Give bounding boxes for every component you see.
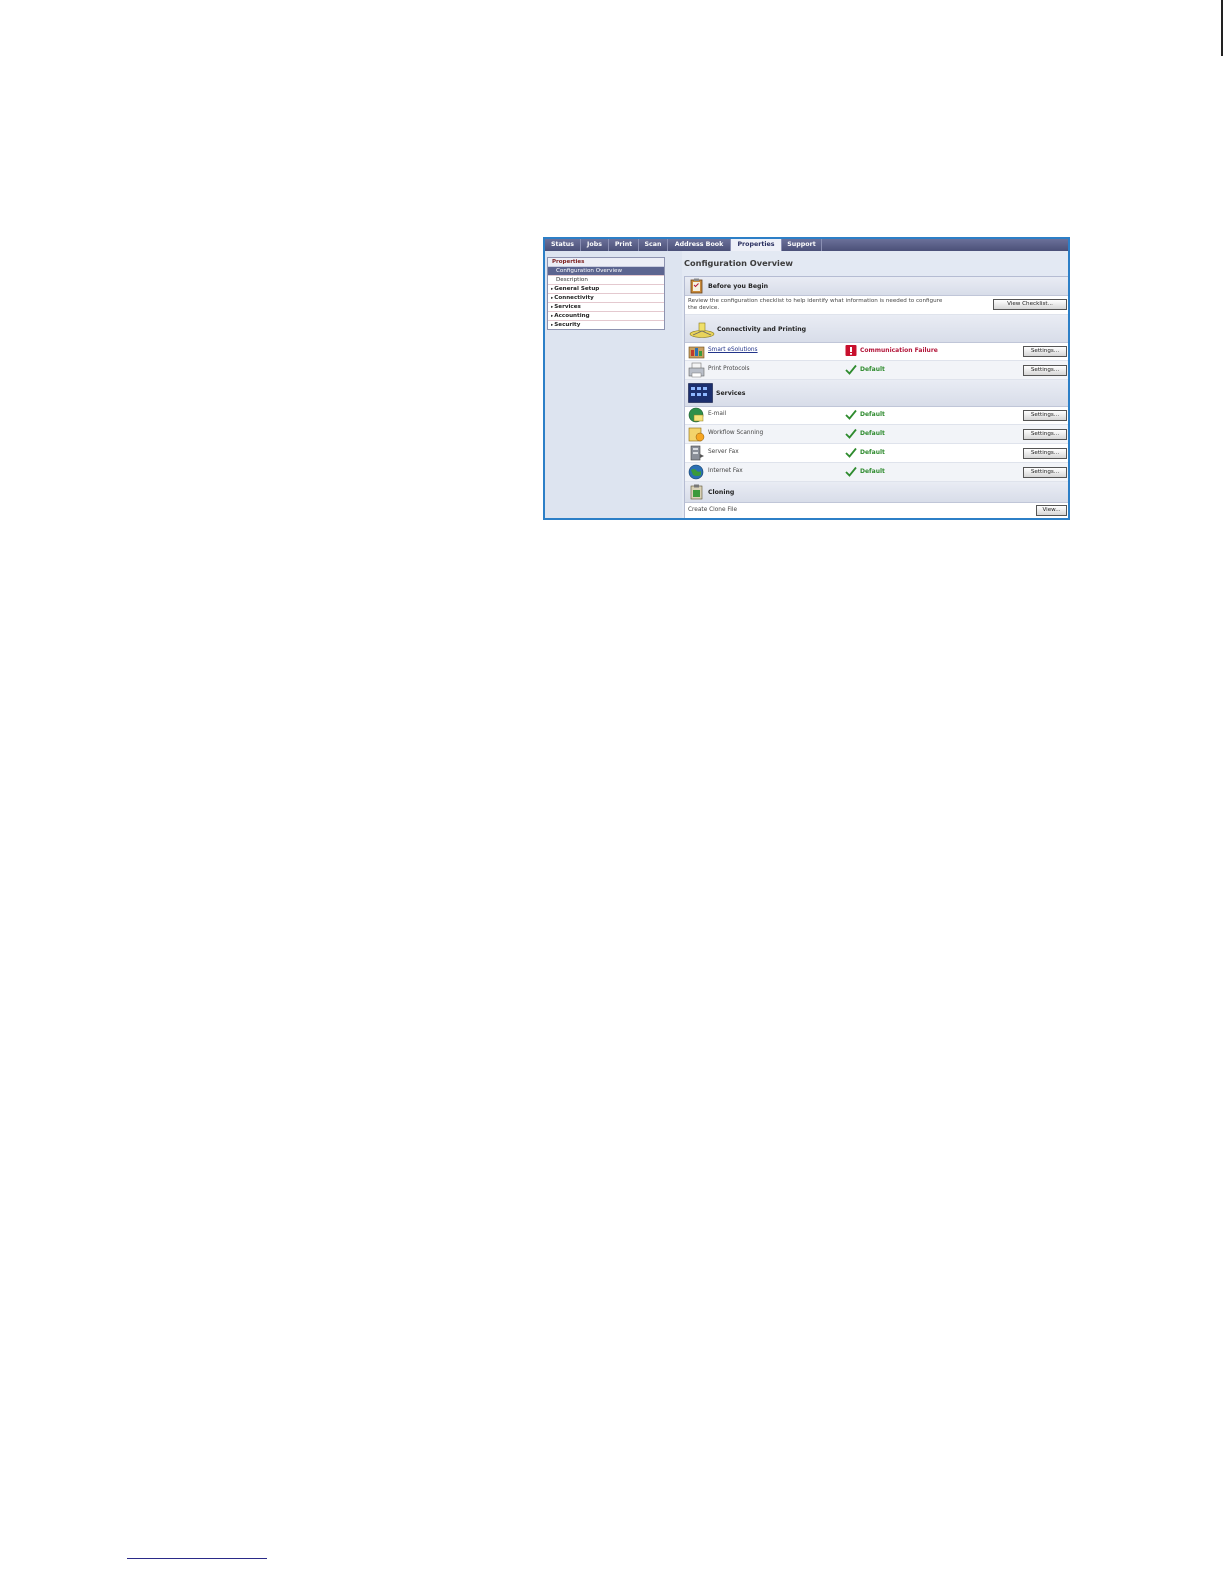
section-services: Services [685,380,1068,407]
internet-globe-icon [688,464,704,480]
nav-item-configuration-overview[interactable]: Configuration Overview [548,267,664,276]
server-fax-settings-button[interactable]: Settings... [1023,448,1067,459]
nav-heading: Properties [548,258,664,267]
internet-fax-label: Internet Fax [708,468,743,474]
page-edge-rule [1221,0,1223,56]
row-smart-esolutions: Smart eSolutions Communication Failure S… [685,342,1068,361]
checklist-description: Review the configuration checklist to he… [688,298,942,312]
email-settings-button[interactable]: Settings... [1023,410,1067,421]
before-you-begin-row: Review the configuration checklist to he… [685,295,1068,315]
clipboard-icon [690,484,703,500]
status-default: Default [860,449,885,456]
section-heading: Services [716,390,746,397]
internet-fax-settings-button[interactable]: Settings... [1023,467,1067,478]
nav-section-security[interactable]: ▸Security [548,321,664,329]
tab-print[interactable]: Print [609,239,639,251]
properties-nav: Properties Configuration Overview Descri… [547,257,665,330]
nav-section-label: Security [554,322,581,328]
nav-section-connectivity[interactable]: ▸Connectivity [548,294,664,303]
email-label: E-mail [708,411,727,417]
tab-jobs[interactable]: Jobs [581,239,609,251]
row-print-protocols: Print Protocols Default Settings... [685,361,1068,380]
row-internet-fax: Internet Fax Default Settings... [685,463,1068,482]
server-fax-icon [690,445,704,461]
checkmark-icon [845,364,857,375]
expand-arrow-icon: ▸ [551,287,554,292]
print-protocols-settings-button[interactable]: Settings... [1023,365,1067,376]
checklist-icon [690,278,703,294]
expand-arrow-icon: ▸ [551,305,554,310]
view-checklist-button[interactable]: View Checklist... [993,299,1067,310]
section-connectivity-printing: Connectivity and Printing [685,315,1068,343]
tab-status[interactable]: Status [545,239,581,251]
left-pane: Properties Configuration Overview Descri… [545,251,682,518]
expand-arrow-icon: ▸ [551,296,554,301]
page-title: Configuration Overview [684,258,793,268]
smart-esolutions-settings-button[interactable]: Settings... [1023,346,1067,357]
expand-arrow-icon: ▸ [551,314,554,319]
expand-arrow-icon: ▸ [551,323,554,328]
section-heading: Cloning [708,489,735,496]
nav-section-general-setup[interactable]: ▸General Setup [548,285,664,294]
status-communication-failure: Communication Failure [860,347,938,354]
section-heading: Connectivity and Printing [717,326,807,333]
section-heading: Before you Begin [708,283,768,290]
nav-item-description[interactable]: Description [548,276,664,285]
checkmark-icon [845,447,857,458]
top-tab-bar: Status Jobs Print Scan Address Book Prop… [545,239,1068,251]
workflow-scanning-label: Workflow Scanning [708,430,764,436]
email-globe-icon [688,407,704,423]
row-email: E-mail Default Settings... [685,406,1068,425]
tab-support[interactable]: Support [782,239,822,251]
footnote-rule [127,1558,267,1559]
error-icon [845,345,857,356]
overview-panel: Before you Begin Review the configuratio… [684,276,1068,518]
checkmark-icon [845,409,857,420]
view-clone-button[interactable]: View... [1036,505,1067,516]
nav-section-label: General Setup [554,286,600,292]
web-ui-screenshot: Status Jobs Print Scan Address Book Prop… [543,237,1070,520]
section-before-you-begin: Before you Begin [685,277,1068,296]
checklist-text-line2: the device. [688,305,720,311]
nav-section-label: Accounting [554,313,590,319]
status-default: Default [860,468,885,475]
section-cloning: Cloning [685,482,1068,503]
tab-address-book[interactable]: Address Book [668,239,731,251]
status-default: Default [860,366,885,373]
nav-section-label: Services [554,304,581,310]
status-default: Default [860,430,885,437]
checklist-text-line1: Review the configuration checklist to he… [688,298,943,304]
checkmark-icon [845,428,857,439]
status-default: Default [860,411,885,418]
print-protocols-label: Print Protocols [708,366,750,372]
services-panel-icon [688,383,713,403]
tab-properties[interactable]: Properties [731,239,782,251]
server-fax-label: Server Fax [708,449,739,455]
nav-section-accounting[interactable]: ▸Accounting [548,312,664,321]
row-create-clone-file: Create Clone File View... [685,502,1068,518]
main-content: Configuration Overview Before you Begin … [682,251,1068,518]
workflow-scanning-settings-button[interactable]: Settings... [1023,429,1067,440]
row-server-fax: Server Fax Default Settings... [685,444,1068,463]
checkmark-icon [845,466,857,477]
create-clone-file-label: Create Clone File [688,507,738,513]
printer-icon [688,362,705,378]
smart-esolutions-link[interactable]: Smart eSolutions [708,347,758,353]
network-icon [689,322,715,338]
row-workflow-scanning: Workflow Scanning Default Settings... [685,425,1068,444]
nav-section-label: Connectivity [554,295,594,301]
workflow-scanning-icon [688,427,705,442]
nav-section-services[interactable]: ▸Services [548,303,664,312]
tab-scan[interactable]: Scan [639,239,668,251]
smart-esolutions-icon [688,346,705,359]
